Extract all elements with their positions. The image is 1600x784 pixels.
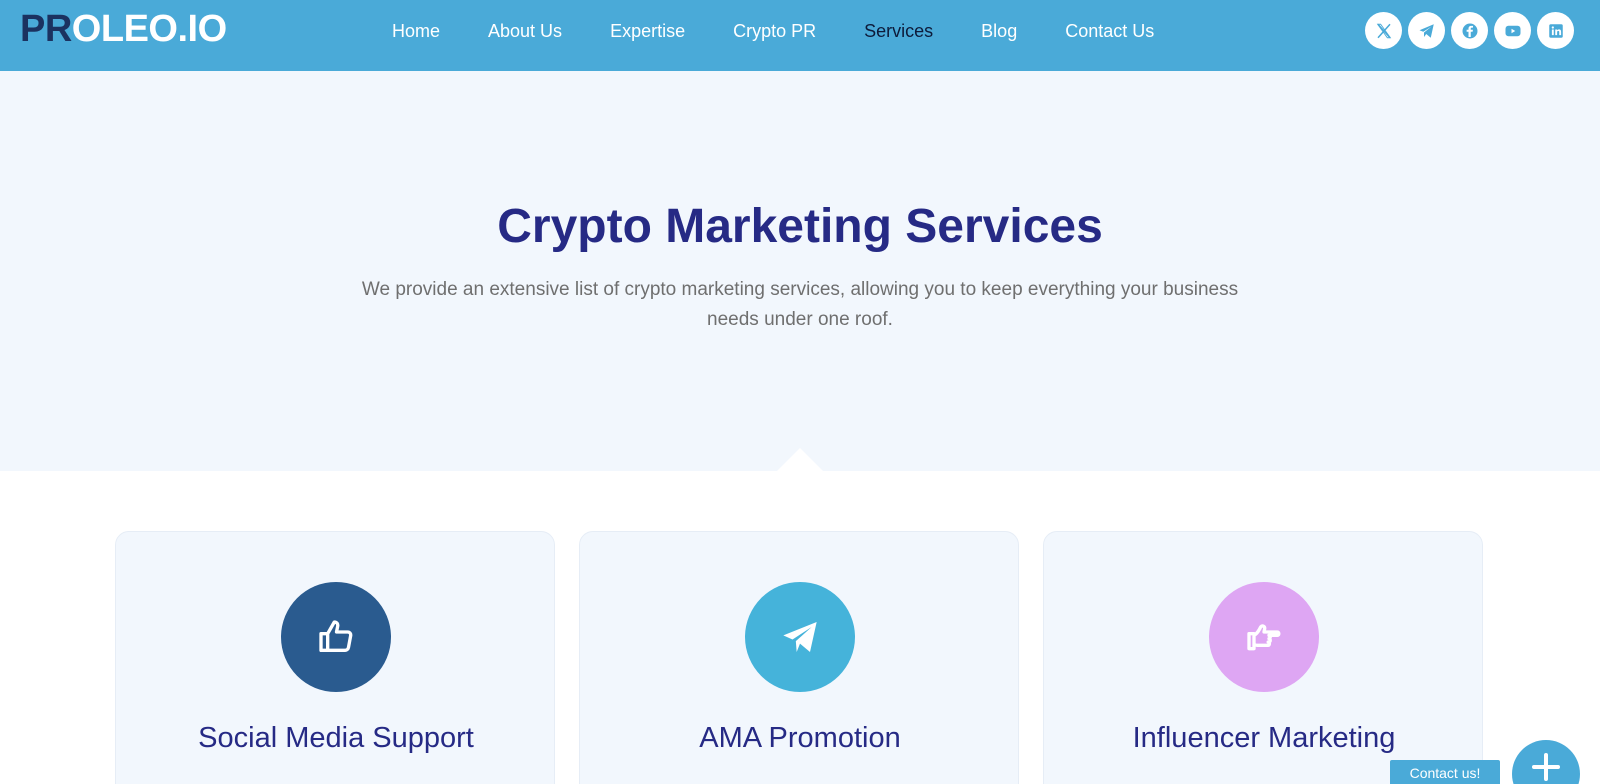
logo[interactable]: PR OLEO.IO <box>20 7 227 50</box>
main-nav: Home About Us Expertise Crypto PR Servic… <box>392 0 1202 62</box>
contact-us-tab[interactable]: Contact us! <box>1390 760 1500 784</box>
service-card-influencer-marketing[interactable]: Influencer Marketing <box>1043 531 1483 784</box>
social-links <box>1365 12 1574 49</box>
nav-contact-us[interactable]: Contact Us <box>1065 21 1154 42</box>
page-subtitle: We provide an extensive list of crypto m… <box>361 279 1239 330</box>
card-title: AMA Promotion <box>699 722 901 754</box>
card-title: Influencer Marketing <box>1132 722 1396 754</box>
thumbs-up-icon <box>281 582 391 692</box>
nav-expertise[interactable]: Expertise <box>610 21 685 42</box>
youtube-icon[interactable] <box>1494 12 1531 49</box>
hero-divider-notch <box>776 448 824 472</box>
contact-fab-button[interactable] <box>1512 740 1580 784</box>
page-title: Crypto Marketing Services <box>497 200 1103 253</box>
card-title: Social Media Support <box>198 722 474 754</box>
site-header: PR OLEO.IO Home About Us Expertise Crypto… <box>0 0 1600 71</box>
service-card-ama-promotion[interactable]: AMA Promotion <box>579 531 1019 784</box>
service-card-social-media[interactable]: Social Media Support <box>115 531 555 784</box>
facebook-icon[interactable] <box>1451 12 1488 49</box>
plus-icon <box>1532 753 1560 781</box>
nav-services[interactable]: Services <box>864 21 933 42</box>
logo-text: OLEO.IO <box>71 7 227 50</box>
nav-home[interactable]: Home <box>392 21 440 42</box>
nav-about-us[interactable]: About Us <box>488 21 562 42</box>
linkedin-icon[interactable] <box>1537 12 1574 49</box>
pointing-hand-icon <box>1209 582 1319 692</box>
logo-prefix: PR <box>20 7 72 50</box>
paper-plane-icon <box>745 582 855 692</box>
nav-crypto-pr[interactable]: Crypto PR <box>733 21 816 42</box>
x-icon[interactable] <box>1365 12 1402 49</box>
telegram-icon[interactable] <box>1408 12 1445 49</box>
nav-blog[interactable]: Blog <box>981 21 1017 42</box>
hero-section: Crypto Marketing Services We provide an … <box>0 71 1600 471</box>
